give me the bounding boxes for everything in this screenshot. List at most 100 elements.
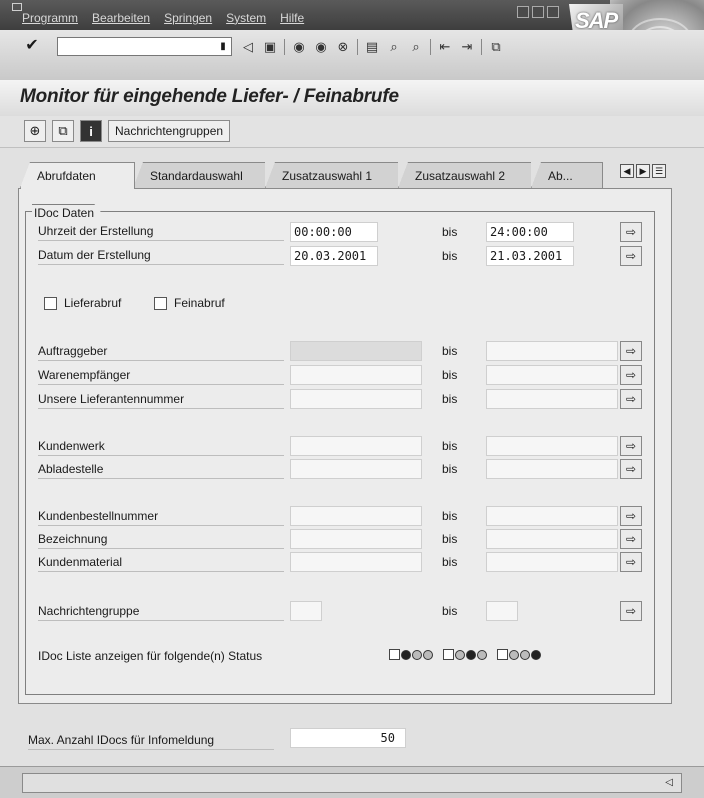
date-created-from-input[interactable]: 20.03.2001 bbox=[290, 246, 378, 266]
tab-standardauswahl[interactable]: Standardauswahl bbox=[133, 162, 267, 188]
warenempfaenger-from-input[interactable] bbox=[290, 365, 422, 385]
arrow-right-icon: ⇨ bbox=[625, 392, 637, 406]
close-icon[interactable] bbox=[547, 6, 559, 18]
last-page-icon[interactable]: ⇥ bbox=[459, 39, 475, 55]
traffic-light-icon bbox=[477, 649, 487, 660]
status-red-checkbox[interactable] bbox=[389, 649, 434, 660]
minimize-icon[interactable] bbox=[517, 6, 529, 18]
copy-variant-button[interactable]: ⧉ bbox=[52, 120, 74, 142]
status-green-checkbox[interactable] bbox=[497, 649, 542, 660]
kundenbestellnummer-to-input[interactable] bbox=[486, 506, 618, 526]
system-menu-icon[interactable] bbox=[12, 3, 22, 11]
lieferabruf-checkbox[interactable] bbox=[44, 297, 57, 310]
nachrichtengruppe-label: Nachrichtengruppe bbox=[38, 604, 284, 621]
arrow-right-icon: ⇨ bbox=[625, 249, 637, 263]
multiple-selection-button[interactable]: ⇨ bbox=[620, 246, 642, 266]
bezeichnung-to-input[interactable] bbox=[486, 529, 618, 549]
lieferantennummer-from-input[interactable] bbox=[290, 389, 422, 409]
kundenmaterial-to-input[interactable] bbox=[486, 552, 618, 572]
arrow-right-icon: ⇨ bbox=[625, 344, 637, 358]
menu-programm[interactable]: Programm bbox=[22, 11, 78, 25]
maximize-icon[interactable] bbox=[532, 6, 544, 18]
exit-icon[interactable]: ◉ bbox=[313, 39, 329, 55]
tab-zusatzauswahl-2[interactable]: Zusatzauswahl 2 bbox=[398, 162, 533, 188]
warenempfaenger-to-input[interactable] bbox=[486, 365, 618, 385]
tab-scroll-right-icon[interactable]: ▶ bbox=[636, 164, 650, 178]
nav-back-icon[interactable]: ◉ bbox=[291, 39, 307, 55]
status-yellow-checkbox[interactable] bbox=[443, 649, 488, 660]
multiple-selection-button[interactable]: ⇨ bbox=[620, 436, 642, 456]
time-created-to-input[interactable]: 24:00:00 bbox=[486, 222, 574, 242]
traffic-light-icon bbox=[466, 649, 476, 660]
message-groups-button[interactable]: Nachrichtengruppen bbox=[108, 120, 231, 142]
traffic-light-icon bbox=[509, 649, 519, 660]
multiple-selection-button[interactable]: ⇨ bbox=[620, 552, 642, 572]
abladestelle-to-input[interactable] bbox=[486, 459, 618, 479]
multiple-selection-button[interactable]: ⇨ bbox=[620, 459, 642, 479]
kundenmaterial-label: Kundenmaterial bbox=[38, 555, 284, 572]
menu-springen[interactable]: Springen bbox=[164, 11, 212, 25]
multiple-selection-button[interactable]: ⇨ bbox=[620, 222, 642, 242]
new-session-icon[interactable]: ⧉ bbox=[488, 39, 504, 55]
kundenwerk-from-input[interactable] bbox=[290, 436, 422, 456]
tab-abrufdaten[interactable]: Abrufdaten bbox=[20, 162, 135, 189]
kundenwerk-to-input[interactable] bbox=[486, 436, 618, 456]
tab-label: Abrufdaten bbox=[37, 169, 96, 183]
bis-label: bis bbox=[442, 532, 458, 546]
arrow-right-icon: ⇨ bbox=[625, 439, 637, 453]
first-page-icon[interactable]: ⇤ bbox=[437, 39, 453, 55]
print-icon[interactable]: ▤ bbox=[364, 39, 380, 55]
multiple-selection-button[interactable]: ⇨ bbox=[620, 389, 642, 409]
time-created-from-input[interactable]: 00:00:00 bbox=[290, 222, 378, 242]
multiple-selection-button[interactable]: ⇨ bbox=[620, 601, 642, 621]
abladestelle-from-input[interactable] bbox=[290, 459, 422, 479]
menu-system[interactable]: System bbox=[226, 11, 266, 25]
find-icon[interactable]: ⌕ bbox=[386, 39, 402, 55]
cancel-icon[interactable]: ⊗ bbox=[335, 39, 351, 55]
bis-label: bis bbox=[442, 392, 458, 406]
nachrichtengruppe-to-input[interactable] bbox=[486, 601, 518, 621]
status-message-field: ◁ bbox=[22, 773, 682, 793]
nachrichtengruppe-from-input[interactable] bbox=[290, 601, 322, 621]
traffic-light-icon bbox=[531, 649, 541, 660]
idoc-data-group: IDoc Daten Uhrzeit der Erstellung 00:00:… bbox=[25, 204, 655, 695]
application-toolbar: ⊕ ⧉ i Nachrichtengruppen bbox=[0, 116, 704, 148]
kundenbestellnummer-from-input[interactable] bbox=[290, 506, 422, 526]
status-expand-icon[interactable]: ◁ bbox=[665, 777, 673, 788]
lieferantennummer-to-input[interactable] bbox=[486, 389, 618, 409]
multiple-selection-button[interactable]: ⇨ bbox=[620, 365, 642, 385]
menu-bearbeiten[interactable]: Bearbeiten bbox=[92, 11, 150, 25]
tab-zusatzauswahl-1[interactable]: Zusatzauswahl 1 bbox=[265, 162, 400, 188]
tab-list-icon[interactable]: ☰ bbox=[652, 164, 666, 178]
bis-label: bis bbox=[442, 462, 458, 476]
multiple-selection-button[interactable]: ⇨ bbox=[620, 341, 642, 361]
tab-more[interactable]: Ab... bbox=[531, 162, 603, 188]
bis-label: bis bbox=[442, 225, 458, 239]
feinabruf-checkbox[interactable] bbox=[154, 297, 167, 310]
command-field[interactable]: ▮ bbox=[57, 37, 232, 56]
execute-button[interactable]: ⊕ bbox=[24, 120, 46, 142]
menu-hilfe[interactable]: Hilfe bbox=[280, 11, 304, 25]
command-history-icon[interactable]: ▮ bbox=[218, 40, 228, 53]
multiple-selection-button[interactable]: ⇨ bbox=[620, 506, 642, 526]
bezeichnung-from-input[interactable] bbox=[290, 529, 422, 549]
back-icon[interactable]: ◁ bbox=[240, 39, 256, 55]
date-created-to-input[interactable]: 21.03.2001 bbox=[486, 246, 574, 266]
tab-scroll-left-icon[interactable]: ◀ bbox=[620, 164, 634, 178]
kundenmaterial-from-input[interactable] bbox=[290, 552, 422, 572]
bis-label: bis bbox=[442, 439, 458, 453]
find-next-icon[interactable]: ⌕ bbox=[408, 39, 424, 55]
bis-label: bis bbox=[442, 509, 458, 523]
bis-label: bis bbox=[442, 249, 458, 263]
traffic-light-icon bbox=[401, 649, 411, 660]
auftraggeber-to-input[interactable] bbox=[486, 341, 618, 361]
info-button[interactable]: i bbox=[80, 120, 102, 142]
arrow-right-icon: ⇨ bbox=[625, 462, 637, 476]
auftraggeber-from-input[interactable] bbox=[290, 341, 422, 361]
toolbar-separator bbox=[357, 39, 358, 55]
max-idocs-input[interactable]: 50 bbox=[290, 728, 406, 748]
enter-check-icon[interactable]: ✔ bbox=[22, 36, 42, 56]
save-icon[interactable]: ▣ bbox=[262, 39, 278, 55]
checkbox-icon bbox=[389, 649, 400, 660]
multiple-selection-button[interactable]: ⇨ bbox=[620, 529, 642, 549]
